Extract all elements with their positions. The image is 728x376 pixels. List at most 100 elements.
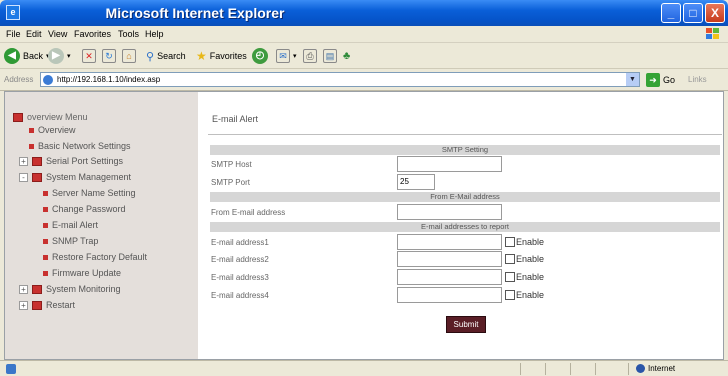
edit-button[interactable]: ▤ <box>323 47 337 65</box>
sidebar-item-label: Restore Factory Default <box>52 252 148 262</box>
search-button[interactable]: ⚲ Search <box>146 47 186 65</box>
checkbox[interactable] <box>505 290 515 300</box>
submit-button[interactable]: Submit <box>446 316 486 333</box>
security-zone: Internet <box>636 364 675 373</box>
email-address-1-label: E-mail address1 <box>211 238 269 247</box>
chevron-down-icon: ▾ <box>67 53 71 60</box>
back-arrow-icon: ◀ <box>4 48 20 64</box>
maximize-button[interactable]: □ <box>683 3 703 23</box>
refresh-icon: ↻ <box>102 49 116 63</box>
menu-file[interactable]: File <box>6 29 21 39</box>
smtp-section-header: SMTP Setting <box>210 145 720 155</box>
favorites-label: Favorites <box>209 51 247 61</box>
email-address-1-enable[interactable]: Enable <box>505 237 544 247</box>
bullet-icon <box>43 222 48 228</box>
sidebar-item-overview[interactable]: Overview <box>29 125 76 135</box>
email-address-1-input[interactable] <box>397 234 502 250</box>
search-label: Search <box>157 51 186 61</box>
sidebar-item-restore-factory-default[interactable]: Restore Factory Default <box>43 252 147 262</box>
go-label: Go <box>663 75 676 85</box>
sidebar-item-snmp-trap[interactable]: SNMP Trap <box>43 236 98 246</box>
minimize-button[interactable]: _ <box>661 3 681 23</box>
smtp-port-input[interactable]: 25 <box>397 174 435 190</box>
enable-label: Enable <box>516 290 545 300</box>
print-button[interactable]: ⎙ <box>303 47 317 65</box>
standard-toolbar: ◀ Back ▾ ▶ ▾ ✕ ↻ ⌂ ⚲ Search ★ Favorites … <box>0 43 728 69</box>
home-button[interactable]: ⌂ <box>122 47 136 65</box>
chevron-down-icon[interactable]: ▼ <box>626 73 639 86</box>
page-done-icon <box>6 364 16 374</box>
address-label: Address <box>4 75 34 84</box>
stop-button[interactable]: ✕ <box>82 47 96 65</box>
bullet-icon <box>43 254 48 260</box>
from-email-input[interactable] <box>397 204 502 220</box>
menu-help[interactable]: Help <box>145 29 164 39</box>
sidebar-item-server-name-setting[interactable]: Server Name Setting <box>43 188 136 198</box>
sidebar-root-label: overview Menu <box>27 112 88 122</box>
email-address-4-input[interactable] <box>397 287 502 303</box>
email-address-2-input[interactable] <box>397 251 502 267</box>
email-address-4-enable[interactable]: Enable <box>505 290 544 300</box>
sidebar-item-system-monitoring[interactable]: + System Monitoring <box>19 284 121 294</box>
sidebar-root[interactable]: overview Menu <box>13 112 88 122</box>
menu-edit[interactable]: Edit <box>26 29 42 39</box>
sidebar-item-email-alert[interactable]: E-mail Alert <box>43 220 98 230</box>
page-title: E-mail Alert <box>212 114 259 124</box>
email-address-3-input[interactable] <box>397 269 502 285</box>
sidebar-item-firmware-update[interactable]: Firmware Update <box>43 268 121 278</box>
mail-button[interactable]: ✉ ▾ <box>276 47 297 65</box>
folder-icon <box>32 156 42 166</box>
print-icon: ⎙ <box>303 49 317 63</box>
address-input[interactable]: http://192.168.1.10/index.asp ▼ <box>40 72 640 87</box>
window-title: Microsoft Internet Explorer <box>105 5 285 21</box>
report-section-header: E-mail addresses to report <box>210 222 720 232</box>
folder-icon <box>32 284 42 294</box>
favorites-button[interactable]: ★ Favorites <box>196 47 247 65</box>
expand-icon[interactable]: + <box>19 300 28 310</box>
mail-icon: ✉ <box>276 49 290 63</box>
bullet-icon <box>43 238 48 244</box>
from-section-header: From E-Mail address <box>210 192 720 202</box>
sidebar-item-basic-network-settings[interactable]: Basic Network Settings <box>29 141 131 151</box>
sidebar-item-label: Firmware Update <box>52 268 122 278</box>
sidebar-item-label: System Monitoring <box>46 284 121 294</box>
status-bar: Internet <box>0 360 728 376</box>
sidebar-item-serial-port-settings[interactable]: + Serial Port Settings <box>19 156 123 166</box>
checkbox[interactable] <box>505 272 515 282</box>
menu-tools[interactable]: Tools <box>118 29 139 39</box>
close-button[interactable]: X <box>705 3 725 23</box>
sidebar-item-label: Change Password <box>52 204 126 214</box>
menu-view[interactable]: View <box>48 29 67 39</box>
links-button[interactable]: Links <box>688 75 707 84</box>
home-icon: ⌂ <box>122 49 136 63</box>
status-divider <box>628 363 629 375</box>
sidebar-item-restart[interactable]: + Restart <box>19 300 75 310</box>
checkbox[interactable] <box>505 254 515 264</box>
back-button[interactable]: ◀ Back ▾ <box>4 47 50 65</box>
email-address-2-label: E-mail address2 <box>211 255 269 264</box>
go-button[interactable]: ➜ Go <box>646 73 675 87</box>
checkbox[interactable] <box>505 237 515 247</box>
sidebar-item-label: Server Name Setting <box>52 188 136 198</box>
refresh-button[interactable]: ↻ <box>102 47 116 65</box>
sidebar-item-label: Basic Network Settings <box>38 141 131 151</box>
bullet-icon <box>43 270 48 276</box>
menu-favorites[interactable]: Favorites <box>74 29 111 39</box>
email-address-3-enable[interactable]: Enable <box>505 272 544 282</box>
history-button[interactable]: ◴ <box>252 47 268 65</box>
expand-icon[interactable]: + <box>19 156 28 166</box>
sidebar-item-change-password[interactable]: Change Password <box>43 204 126 214</box>
folder-icon <box>13 112 23 122</box>
sidebar-item-label: Restart <box>46 300 76 310</box>
sidebar-item-system-management[interactable]: - System Management <box>19 172 131 182</box>
from-email-label: From E-mail address <box>211 208 286 217</box>
chevron-down-icon: ▾ <box>293 53 297 60</box>
forward-arrow-icon: ▶ <box>48 48 64 64</box>
smtp-host-input[interactable] <box>397 156 502 172</box>
forward-button[interactable]: ▶ ▾ <box>48 47 71 65</box>
collapse-icon[interactable]: - <box>19 172 28 182</box>
expand-icon[interactable]: + <box>19 284 28 294</box>
sidebar-item-label: SNMP Trap <box>52 236 99 246</box>
email-address-2-enable[interactable]: Enable <box>505 254 544 264</box>
messenger-button[interactable]: ♣ <box>343 47 350 65</box>
